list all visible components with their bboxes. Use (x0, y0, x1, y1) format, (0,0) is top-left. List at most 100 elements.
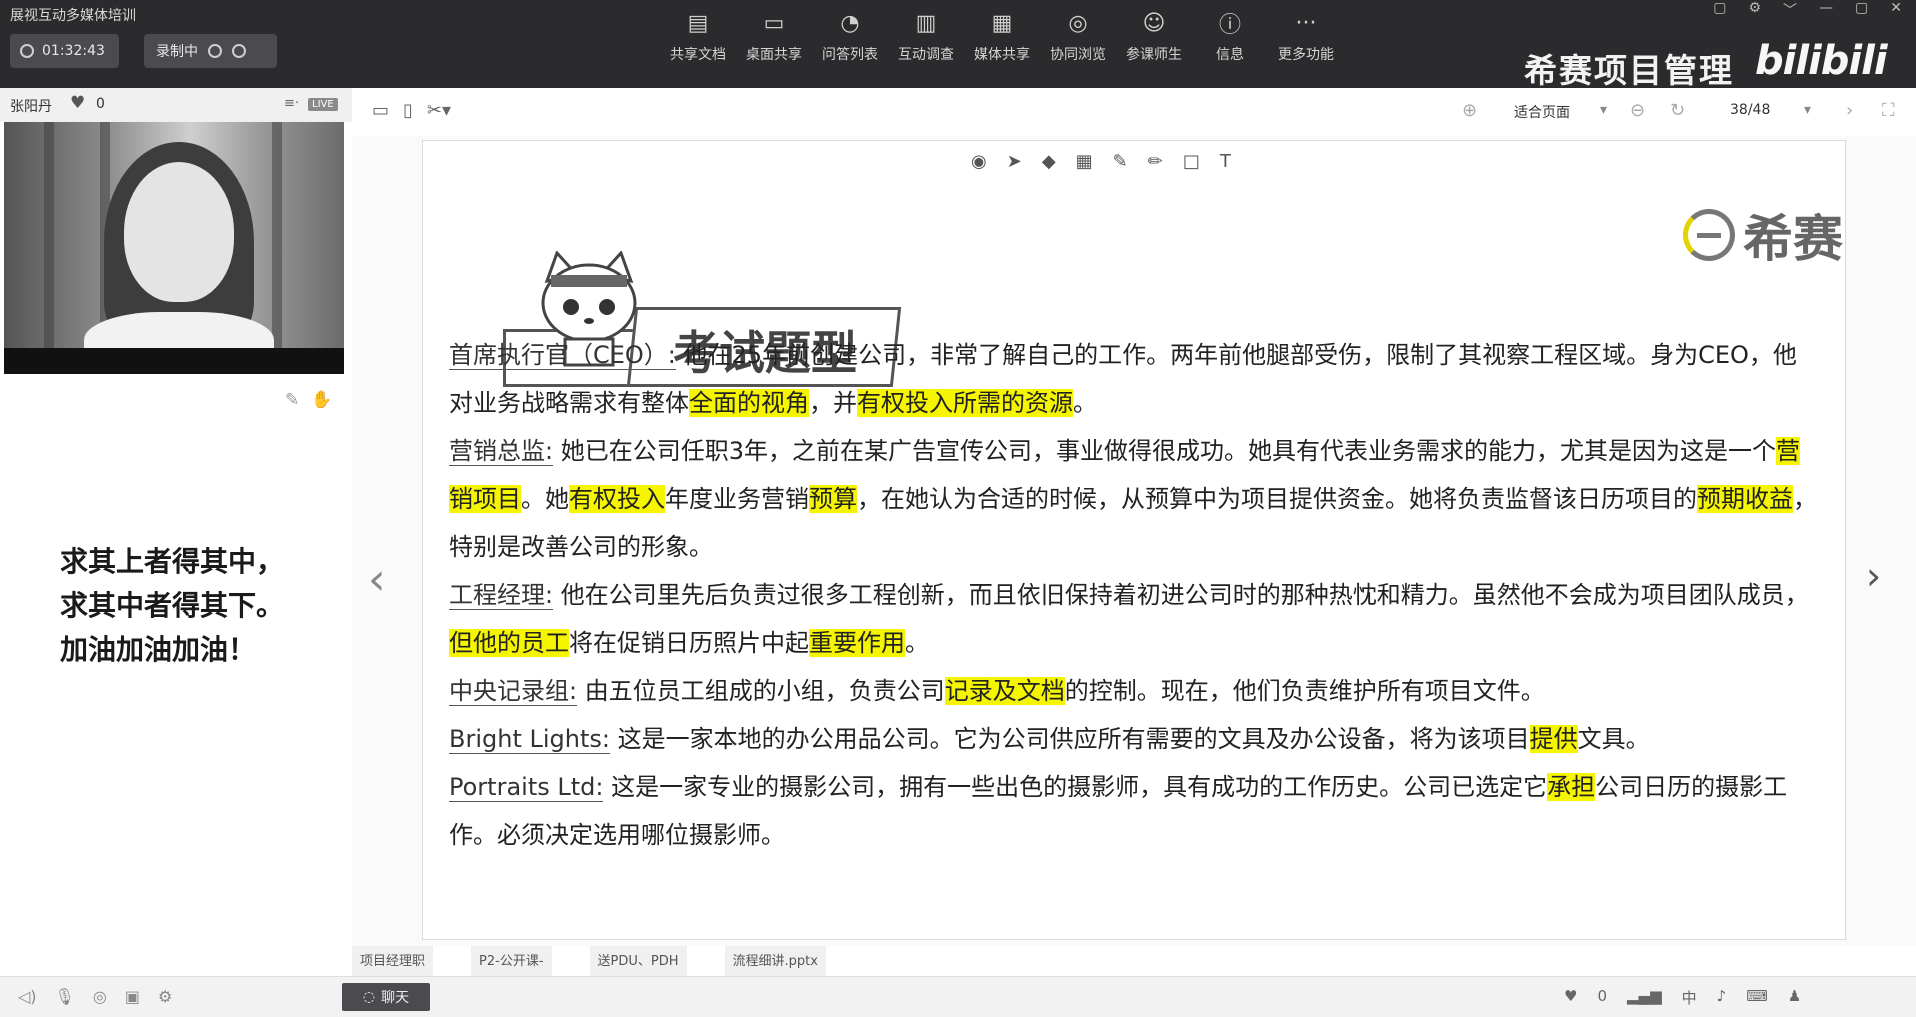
people-icon: ☺ (1142, 10, 1166, 36)
record-button[interactable]: 录制中 (144, 34, 277, 68)
slide-paragraph: 工程经理: 他在公司里先后负责过很多工程创新，而且依旧保持着初进公司时的那种热忱… (449, 571, 1819, 667)
page-chevron-icon[interactable]: ▾ (1804, 102, 1811, 118)
next-page-arrow[interactable]: › (1866, 554, 1881, 598)
highlighted-text: 全面的视角 (689, 389, 809, 417)
prev-page-arrow[interactable]: ‹ (368, 554, 386, 605)
slide-area: ◉ ➤ ◆ ▦ ✎ ✏ □ T 考试题型 希赛 首席执行官（CEO）: 他在25… (352, 136, 1916, 946)
ime-indicator[interactable]: 中 (1682, 987, 1697, 1008)
tool-media[interactable]: ▦ 媒体共享 (964, 10, 1040, 64)
file-icon[interactable]: ▯ (403, 100, 413, 121)
hand-icon[interactable]: ✋ (311, 390, 344, 410)
body-text: 年度业务营销 (665, 485, 809, 513)
folder-icon[interactable]: ▭ (372, 100, 389, 121)
doc-share-icon: ▤ (687, 10, 709, 36)
file-tab[interactable]: 项目经理职 (352, 946, 434, 976)
maximize-icon[interactable]: ▢ (1855, 0, 1868, 20)
close-icon[interactable]: ✕ (1890, 0, 1902, 20)
tool-browse[interactable]: ◎ 协同浏览 (1040, 10, 1116, 64)
annotation-tools: ◉ ➤ ◆ ▦ ✎ ✏ □ T (971, 151, 1231, 172)
rectangle-icon[interactable]: □ (1183, 151, 1200, 172)
tool-people[interactable]: ☺ 参课师生 (1116, 10, 1192, 64)
highlighted-text: 记录及文档 (944, 677, 1065, 705)
body-text: 这是一家专业的摄影公司，拥有一些出色的摄影师，具有成功的工作历史。公司已选定它 (603, 773, 1548, 801)
heart-status-icon[interactable]: ♥ (1564, 987, 1577, 1008)
tool-desktop-share[interactable]: ▭ 桌面共享 (736, 10, 812, 64)
tool-doc-share[interactable]: ▤ 共享文档 (660, 10, 736, 64)
timer-value: 01:32:43 (42, 43, 105, 59)
speaker-icon[interactable]: ◁) (18, 987, 37, 1006)
menu-icon[interactable]: ﹀ (1783, 0, 1797, 20)
main-toolbar: ▤ 共享文档 ▭ 桌面共享 ◔ 问答列表 ▥ 互动调查 ▦ 媒体共享 ◎ 协同浏览 ☺ 参课师… (660, 10, 1344, 64)
text-icon[interactable]: T (1220, 151, 1231, 172)
mute-icon[interactable]: ✎ (285, 390, 311, 410)
browse-icon: ◎ (1068, 10, 1088, 36)
settings-small-icon[interactable]: ⚙ (158, 987, 172, 1006)
scissors-icon[interactable]: ✂▾ (427, 100, 451, 121)
clear-icon[interactable]: ▦ (1076, 151, 1093, 172)
motto-text: 求其上者得其中， 求其中者得其下。 加油加油加油！ (60, 545, 285, 666)
role-label: 首席执行官（CEO）: (449, 341, 676, 370)
chat-icon: ◌ (362, 989, 376, 1005)
settings-icon[interactable]: ⚙ (1748, 0, 1761, 20)
tool-poll[interactable]: ▥ 互动调查 (888, 10, 964, 64)
keyboard-icon[interactable]: ⌨ (1746, 987, 1768, 1008)
next-page-icon[interactable]: › (1846, 100, 1853, 121)
slide-page: ◉ ➤ ◆ ▦ ✎ ✏ □ T 考试题型 希赛 首席执行官（CEO）: 他在25… (422, 140, 1846, 940)
shirt-icon[interactable]: ♟ (1788, 987, 1801, 1008)
file-tab[interactable]: 流程细讲.pptx (724, 946, 826, 976)
role-label: 中央记录组: (449, 677, 578, 706)
chevron-down-icon[interactable]: ▾ (1600, 102, 1607, 118)
brand-watermark: 希赛项目管理 (1524, 51, 1734, 90)
media-icon: ▦ (991, 10, 1013, 36)
camera-icon[interactable]: ◎ (93, 987, 107, 1006)
presenter-panel: 张阳丹 ♥ 0 ≡· LIVE ✎✋ 求其上者得其中， 求其中者得其下。 加油加… (0, 88, 352, 976)
slide-paragraph: 首席执行官（CEO）: 他在25年前创建公司，非常了解自己的工作。两年前他腿部受… (449, 331, 1819, 427)
highlighted-text: 但他的员工 (449, 629, 569, 657)
list-icon[interactable]: ≡· (284, 96, 299, 111)
highlighted-text: 承担 (1547, 773, 1596, 801)
video-controls: ✎✋ (285, 390, 344, 410)
record-pause-icon[interactable] (208, 44, 222, 58)
chat-button[interactable]: ◌ 聊天 (342, 983, 430, 1011)
record-label: 录制中 (156, 44, 198, 60)
zoom-out-icon[interactable]: ⊖ (1630, 100, 1645, 121)
timer-button[interactable]: 01:32:43 (10, 34, 119, 68)
highlighted-text: 有权投入 (569, 485, 665, 513)
fit-page-select[interactable]: 适合页面 (1514, 102, 1570, 122)
rotate-icon[interactable]: ↻ (1670, 100, 1685, 121)
page-number[interactable]: 38/48 (1730, 102, 1770, 118)
info-icon: ⓘ (1218, 13, 1241, 38)
highlighter-icon[interactable]: ✎ (1113, 151, 1128, 172)
tool-more[interactable]: ··· 更多功能 (1268, 10, 1344, 64)
presenter-name: 张阳丹 (10, 99, 52, 115)
slide-content: 首席执行官（CEO）: 他在25年前创建公司，非常了解自己的工作。两年前他腿部受… (449, 331, 1819, 859)
slide-paragraph: Bright Lights: 这是一家本地的办公用品公司。它为公司供应所有需要的… (449, 715, 1819, 763)
body-text: 。 (905, 629, 929, 657)
slide-paragraph: 营销总监: 她已在公司任职3年，之前在某广告宣传公司，事业做得很成功。她具有代表… (449, 427, 1819, 571)
tool-qa[interactable]: ◔ 问答列表 (812, 10, 888, 64)
pointer-icon[interactable]: ◉ (971, 151, 987, 172)
qa-icon: ◔ (840, 10, 860, 36)
pen-icon[interactable]: ✏ (1148, 151, 1163, 172)
record-stop-icon[interactable] (232, 44, 246, 58)
bilibili-logo: bilibili (1755, 38, 1888, 84)
file-tab[interactable]: 送PDU、PDH (589, 946, 687, 976)
zoom-in-icon[interactable]: ⊕ (1462, 100, 1477, 121)
fullscreen-icon[interactable]: ⛶ (1882, 100, 1895, 121)
file-tab[interactable]: P2-公开课- (471, 946, 552, 976)
file-tabs: 项目经理职 P2-公开课- 送PDU、PDH 流程细讲.pptx (352, 946, 826, 976)
mic-icon[interactable]: 🎙 (55, 987, 75, 1006)
logo-mark-icon (1683, 209, 1735, 261)
slide-paragraph: Portraits Ltd: 这是一家专业的摄影公司，拥有一些出色的摄影师，具有… (449, 763, 1819, 859)
tool-info[interactable]: ⓘ 信息 (1192, 10, 1268, 64)
heart-icon[interactable]: ♥ (70, 93, 85, 113)
body-text: 这是一家本地的办公用品公司。它为公司供应所有需要的文具及办公设备，将为该项目 (609, 725, 1530, 753)
minimize-icon[interactable]: — (1819, 0, 1833, 20)
screen-icon[interactable]: ▣ (125, 987, 140, 1006)
skin-icon[interactable]: ▢ (1713, 0, 1726, 20)
live-badge: LIVE (308, 98, 338, 111)
mic-tray-icon[interactable]: ♪ (1717, 987, 1727, 1008)
role-label: Bright Lights: (449, 725, 610, 754)
eraser-icon[interactable]: ◆ (1042, 151, 1056, 172)
arrow-icon[interactable]: ➤ (1007, 151, 1022, 172)
